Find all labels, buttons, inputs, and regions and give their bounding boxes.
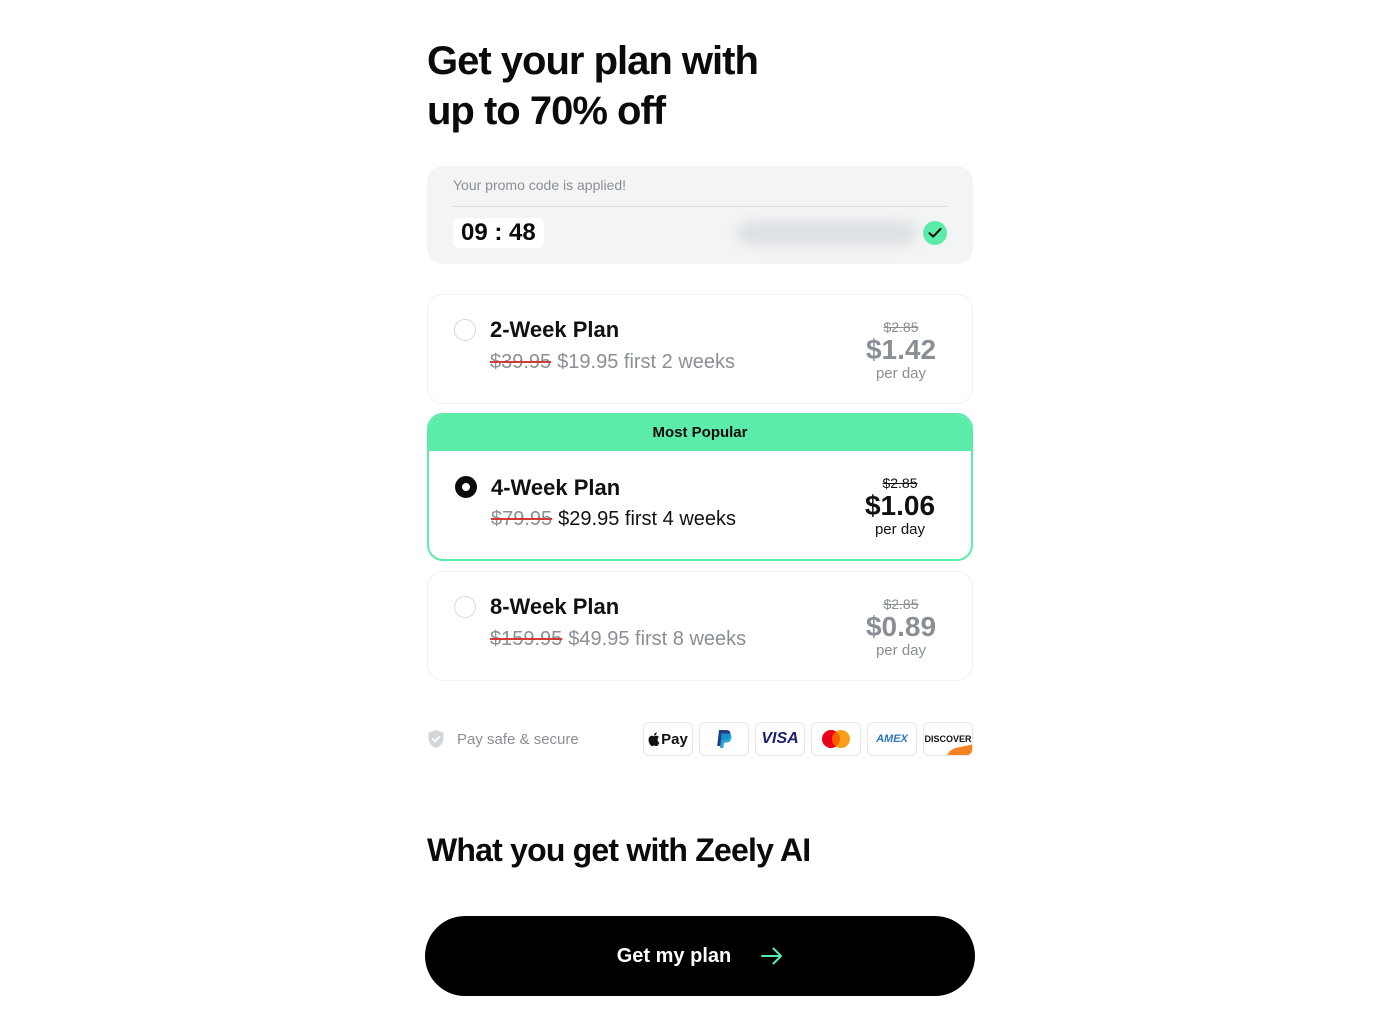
plan-old-price: $159.95 xyxy=(490,628,563,650)
apple-pay-logo: Pay xyxy=(643,722,693,756)
most-popular-badge: Most Popular xyxy=(429,415,971,451)
pay-secure-text: Pay safe & secure xyxy=(457,730,579,748)
plan-option-4-week[interactable]: Most Popular 4-Week Plan $79.95 $29.95 fi… xyxy=(427,413,973,561)
plan-price: $19.95 first 2 weeks xyxy=(557,351,736,373)
get-my-plan-button[interactable]: Get my plan xyxy=(425,916,975,996)
promo-code-blurred xyxy=(737,221,917,245)
apple-pay-text: Pay xyxy=(661,730,688,748)
per-day-unit: per day xyxy=(875,642,927,659)
per-day-current-price: $0.89 xyxy=(865,611,937,642)
plan-price-line: $159.95 $49.95 first 8 weeks xyxy=(490,628,746,651)
plan-old-price: $79.95 xyxy=(491,508,553,530)
payment-methods: Pay VISA AMEX DISCOVER xyxy=(643,722,973,756)
mastercard-logo xyxy=(811,722,861,756)
visa-logo: VISA xyxy=(755,722,805,756)
per-day-price: $2.85 $0.89 per day xyxy=(856,596,946,660)
shield-icon xyxy=(428,730,444,748)
promo-applied-label: Your promo code is applied! xyxy=(453,177,627,193)
check-icon xyxy=(923,221,947,245)
page-title-line-1: Get your plan with xyxy=(427,39,759,83)
visa-text: VISA xyxy=(761,730,799,747)
per-day-current-price: $1.06 xyxy=(864,490,936,521)
per-day-unit: per day xyxy=(875,365,927,382)
plan-name: 2-Week Plan xyxy=(490,317,620,342)
pay-secure-note: Pay safe & secure xyxy=(427,728,579,750)
per-day-current-price: $1.42 xyxy=(865,334,937,365)
plan-price-line: $39.95 $19.95 first 2 weeks xyxy=(490,351,735,374)
plan-option-8-week[interactable]: 8-Week Plan $159.95 $49.95 first 8 weeks … xyxy=(427,571,973,681)
plan-radio-8-week[interactable] xyxy=(454,596,476,618)
promo-divider xyxy=(453,206,947,207)
discover-text: DISCOVER xyxy=(924,734,972,744)
paypal-logo xyxy=(699,722,749,756)
per-day-unit: per day xyxy=(874,521,926,538)
per-day-price: $2.85 $1.42 per day xyxy=(856,319,946,383)
amex-logo: AMEX xyxy=(867,722,917,756)
plan-option-2-week[interactable]: 2-Week Plan $39.95 $19.95 first 2 weeks $… xyxy=(427,294,973,404)
plan-name: 8-Week Plan xyxy=(490,594,620,619)
per-day-old-price: $2.85 xyxy=(883,319,919,335)
plan-price-line: $79.95 $29.95 first 4 weeks xyxy=(491,508,736,531)
plan-radio-2-week[interactable] xyxy=(454,319,476,341)
apple-icon xyxy=(648,732,660,746)
plan-name: 4-Week Plan xyxy=(491,475,621,500)
promo-code-card: Your promo code is applied! 09 : 48 xyxy=(427,166,973,264)
get-my-plan-label: Get my plan xyxy=(616,944,732,967)
per-day-old-price: $2.85 xyxy=(883,596,919,612)
plan-old-price: $39.95 xyxy=(490,351,552,373)
arrow-right-icon xyxy=(761,947,783,965)
discover-logo: DISCOVER xyxy=(923,722,973,756)
plan-price: $49.95 first 8 weeks xyxy=(568,628,747,650)
plan-price: $29.95 first 4 weeks xyxy=(558,508,737,530)
page-title-line-2: up to 70% off xyxy=(427,89,666,133)
per-day-price: $2.85 $1.06 per day xyxy=(855,475,945,539)
section-title: What you get with Zeely AI xyxy=(427,832,811,868)
plan-radio-4-week[interactable] xyxy=(455,476,477,498)
countdown-timer: 09 : 48 xyxy=(453,218,544,248)
mastercard-icon xyxy=(822,730,850,748)
page-title: Get your plan with up to 70% off xyxy=(427,36,847,136)
paypal-icon xyxy=(717,730,732,748)
amex-text: AMEX xyxy=(876,733,908,745)
discover-swoosh xyxy=(942,743,972,755)
per-day-old-price: $2.85 xyxy=(882,475,918,491)
